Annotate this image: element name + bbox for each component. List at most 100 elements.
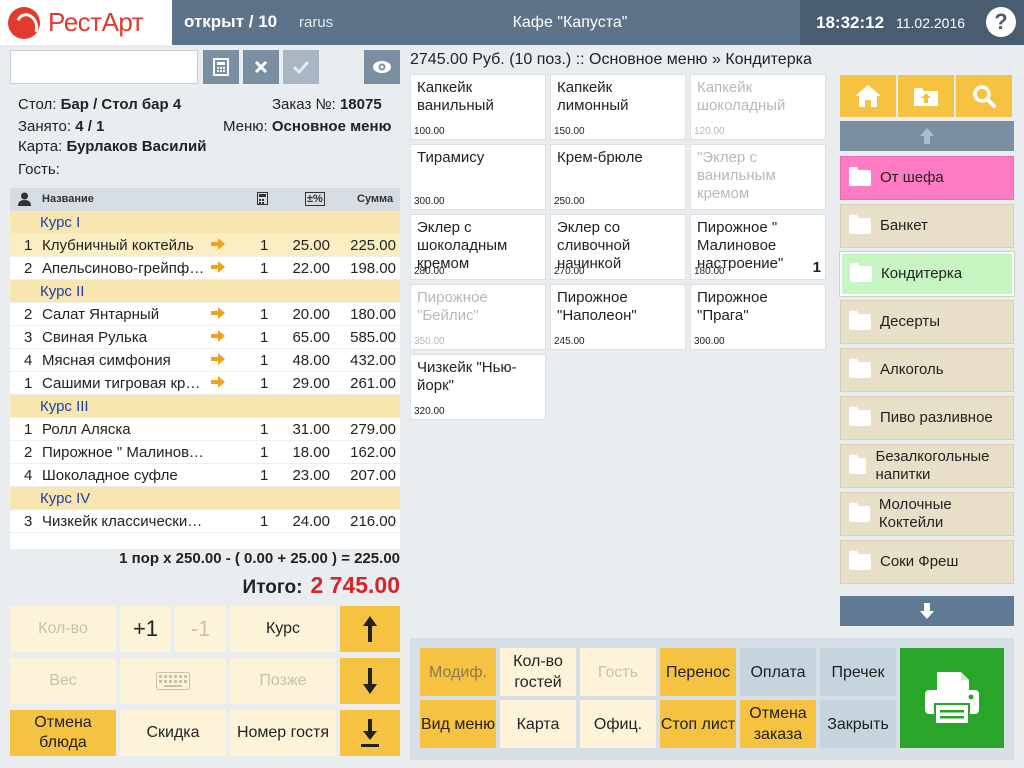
- menu-item-tile[interactable]: "Эклер с ванильным кремом: [690, 144, 826, 210]
- category-item[interactable]: Безалкогольные напитки: [840, 444, 1014, 488]
- plus-one-button[interactable]: +1: [120, 606, 171, 652]
- modifier-button[interactable]: Модиф.: [420, 648, 496, 696]
- menu-item-name: "Эклер с ванильным кремом: [697, 149, 776, 202]
- item-count: 1: [260, 444, 269, 461]
- menu-item-tile[interactable]: Капкейк ванильный 100.00: [410, 74, 546, 140]
- later-button[interactable]: Позже: [230, 658, 336, 704]
- calculator-button[interactable]: [203, 50, 239, 84]
- course-label: Курс II: [40, 283, 85, 300]
- scroll-end-button[interactable]: [340, 710, 400, 756]
- menu-item-tile[interactable]: Эклер со сливочной начинкой 270.00: [550, 214, 686, 280]
- course-row[interactable]: Курс I: [10, 211, 400, 234]
- order-row[interactable]: 4 Мясная симфония 1 48.00 432.00: [10, 349, 400, 372]
- help-button[interactable]: ?: [986, 7, 1016, 37]
- order-row[interactable]: 4 Шоколадное суфле 1 23.00 207.00: [10, 464, 400, 487]
- card-button[interactable]: Карта: [500, 700, 576, 748]
- discount-button[interactable]: Скидка: [120, 710, 226, 756]
- order-row[interactable]: 3 Чизкейк классический с/п 1 24.00 216.00: [10, 510, 400, 533]
- order-row[interactable]: 1 Ролл Аляска 1 31.00 279.00: [10, 418, 400, 441]
- guest-number-button[interactable]: Номер гостя: [230, 710, 336, 756]
- cancel-order-button[interactable]: Отмена заказа: [740, 700, 816, 748]
- item-sum: 279.00: [350, 421, 396, 438]
- order-rows: Курс I 1 Клубничный коктейль 1 25.00 225.00 2 А…: [10, 211, 400, 533]
- menu-item-name: Тирамису: [417, 149, 485, 166]
- item-name: Сашими тигровая креветка: [42, 375, 206, 392]
- course-row[interactable]: Курс II: [10, 280, 400, 303]
- search-button[interactable]: [956, 75, 1012, 117]
- payment-button[interactable]: Оплата: [740, 648, 816, 696]
- order-table-space: [10, 533, 400, 549]
- item-price: 18.00: [292, 444, 330, 461]
- menu-item-price: 150.00: [554, 126, 585, 137]
- arrow-right-icon: [210, 260, 226, 278]
- search-input[interactable]: [10, 50, 198, 84]
- category-item[interactable]: Алкоголь: [840, 348, 1014, 392]
- total: Итого: 2 745.00: [10, 572, 400, 599]
- view-button[interactable]: [364, 50, 400, 84]
- precheck-button[interactable]: Пречек: [820, 648, 896, 696]
- menu-item-tile[interactable]: Эклер с шоколадным кремом 280.00: [410, 214, 546, 280]
- category-item[interactable]: Соки Фреш: [840, 540, 1014, 584]
- item-count: 1: [260, 260, 269, 277]
- menu-item-price: 120.00: [694, 126, 725, 137]
- stop-list-button[interactable]: Стоп лист: [660, 700, 736, 748]
- category-item[interactable]: Пиво разливное: [840, 396, 1014, 440]
- menu-item-tile[interactable]: Крем-брюле 250.00: [550, 144, 686, 210]
- scroll-down-button[interactable]: [340, 658, 400, 704]
- order-row[interactable]: 1 Сашими тигровая креветка 1 29.00 261.00: [10, 372, 400, 395]
- course-button[interactable]: Курс: [230, 606, 336, 652]
- order-number-value: 18075: [339, 96, 382, 113]
- arrow-right-icon: [210, 375, 226, 393]
- weight-button[interactable]: Вес: [10, 658, 116, 704]
- category-item[interactable]: Молочные Коктейли: [840, 492, 1014, 536]
- category-item[interactable]: Банкет: [840, 204, 1014, 248]
- item-sum: 180.00: [350, 306, 396, 323]
- home-button[interactable]: [840, 75, 896, 117]
- category-label: От шефа: [880, 169, 944, 186]
- order-row[interactable]: 2 Апельсиново-грейпфрутовый 1 22.00 198.00: [10, 257, 400, 280]
- cancel-dish-button[interactable]: Отмена блюда: [10, 710, 116, 756]
- menu-item-tile[interactable]: Чизкейк "Нью-йорк" 320.00: [410, 354, 546, 420]
- menu-item-name: Капкейк ванильный: [417, 79, 494, 114]
- menu-item-price: 180.00: [694, 266, 725, 277]
- categories-scroll-down[interactable]: [840, 596, 1014, 626]
- category-item[interactable]: От шефа: [840, 156, 1014, 200]
- search-icon: [973, 85, 996, 108]
- menu-item-tile[interactable]: Капкейк шоколадный 120.00: [690, 74, 826, 140]
- order-row[interactable]: 2 Салат Янтарный 1 20.00 180.00: [10, 303, 400, 326]
- close-order-button[interactable]: Закрыть: [820, 700, 896, 748]
- minus-one-button[interactable]: -1: [175, 606, 226, 652]
- confirm-button[interactable]: [283, 50, 319, 84]
- category-item[interactable]: Десерты: [840, 300, 1014, 344]
- clock-panel: 18:32:12 11.02.2016 ?: [800, 0, 1024, 45]
- order-number: Заказ №: 18075: [272, 96, 382, 113]
- categories-scroll-up[interactable]: [840, 121, 1014, 151]
- category-item[interactable]: Кондитерка: [839, 251, 1015, 297]
- waiter-button[interactable]: Офиц.: [580, 700, 656, 748]
- menu-item-price: 270.00: [554, 266, 585, 277]
- folder-up-button[interactable]: [898, 75, 954, 117]
- calculator-column-icon: [257, 192, 268, 208]
- folder-icon: [850, 263, 872, 282]
- menu-item-tile[interactable]: Пирожное "Наполеон" 245.00: [550, 284, 686, 350]
- course-row[interactable]: Курс IV: [10, 487, 400, 510]
- guests-count-button[interactable]: Кол-во гостей: [500, 648, 576, 696]
- order-row[interactable]: 3 Свиная Рулька 1 65.00 585.00: [10, 326, 400, 349]
- menu-item-tile[interactable]: Капкейк лимонный 150.00: [550, 74, 686, 140]
- course-row[interactable]: Курс III: [10, 395, 400, 418]
- order-row[interactable]: 1 Клубничный коктейль 1 25.00 225.00: [10, 234, 400, 257]
- menu-item-tile[interactable]: Тирамису 300.00: [410, 144, 546, 210]
- print-button[interactable]: [900, 648, 1004, 748]
- menu-item-tile[interactable]: Пирожное " Малиновое настроение" 180.00 1: [690, 214, 826, 280]
- menu-view-button[interactable]: Вид меню: [420, 700, 496, 748]
- guest-button[interactable]: Гость: [580, 648, 656, 696]
- quantity-button[interactable]: Кол-во: [10, 606, 116, 652]
- clear-button[interactable]: [243, 50, 279, 84]
- transfer-button[interactable]: Перенос: [660, 648, 736, 696]
- menu-item-tile[interactable]: Пирожное "Бейлис" 350.00: [410, 284, 546, 350]
- menu-item-tile[interactable]: Пирожное "Прага" 300.00: [690, 284, 826, 350]
- keyboard-button[interactable]: [120, 658, 226, 704]
- item-count: 1: [260, 329, 269, 346]
- scroll-up-button[interactable]: [340, 606, 400, 652]
- order-row[interactable]: 2 Пирожное " Малиновое настроение" 1 18.00 1…: [10, 441, 400, 464]
